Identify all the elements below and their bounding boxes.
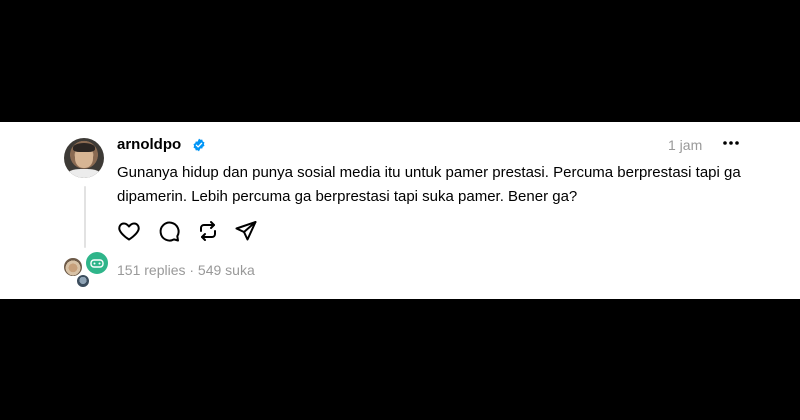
heart-icon[interactable] [117,219,141,243]
share-icon[interactable] [234,219,258,243]
thread-line [84,186,86,248]
reply-avatar [76,274,90,288]
verified-badge-icon [192,138,206,152]
avatar[interactable] [64,138,104,178]
more-horizontal-icon[interactable] [720,133,742,153]
post-stats[interactable]: 151 replies · 549 suka [117,262,255,278]
avatar-shirt [67,169,101,178]
repost-icon[interactable] [196,219,220,243]
avatar-hair [73,143,95,152]
comment-icon[interactable] [157,219,181,243]
reply-avatar [84,250,110,276]
post-text: Gunanya hidup dan punya sosial media itu… [117,164,741,205]
post-time: 1 jam [668,137,703,153]
username[interactable]: arnoldpo [117,136,181,153]
